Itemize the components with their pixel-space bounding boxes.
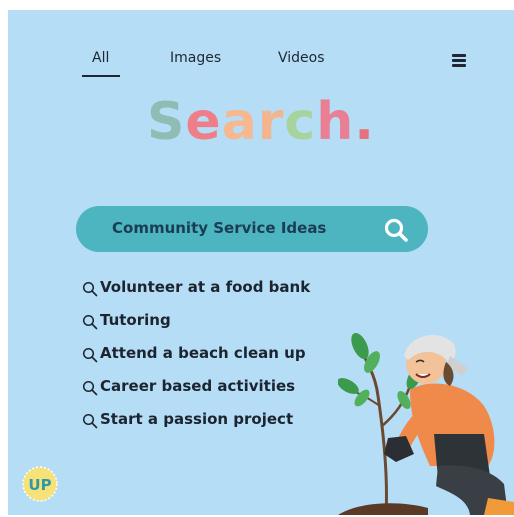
suggestion-label: Start a passion project — [100, 410, 294, 428]
magnifier-icon — [82, 347, 98, 363]
suggestion-label: Career based activities — [100, 377, 296, 395]
tab-all[interactable]: All — [92, 50, 109, 66]
magnifier-icon — [384, 218, 408, 242]
title-letter: h — [316, 92, 355, 152]
magnifier-icon — [82, 413, 98, 429]
up-logo: UP — [22, 466, 58, 502]
hamburger-menu-icon[interactable] — [452, 54, 468, 68]
title-letter: r — [257, 92, 285, 152]
search-button[interactable] — [382, 216, 410, 244]
suggestion-label: Attend a beach clean up — [100, 344, 306, 362]
title-letter: a — [221, 92, 258, 152]
tab-bar: All Images Videos — [8, 50, 514, 80]
search-page: All Images Videos Search. Community Serv… — [8, 10, 514, 515]
suggestion-label: Volunteer at a food bank — [100, 278, 311, 296]
magnifier-icon — [82, 281, 98, 297]
magnifier-icon — [82, 314, 98, 330]
gardener-illustration — [338, 332, 514, 515]
page-title: Search. — [8, 92, 514, 152]
tab-videos[interactable]: Videos — [278, 50, 325, 66]
tab-images[interactable]: Images — [170, 50, 221, 66]
title-letter: c — [284, 92, 317, 152]
search-input[interactable]: Community Service Ideas — [76, 206, 428, 252]
magnifier-icon — [82, 380, 98, 396]
title-letter: S — [146, 92, 186, 152]
suggestion-label: Tutoring — [100, 311, 171, 329]
title-letter: . — [354, 92, 376, 152]
title-letter: e — [185, 92, 222, 152]
search-query-text: Community Service Ideas — [112, 219, 327, 237]
logo-text: UP — [28, 476, 51, 494]
active-tab-indicator — [82, 75, 120, 77]
